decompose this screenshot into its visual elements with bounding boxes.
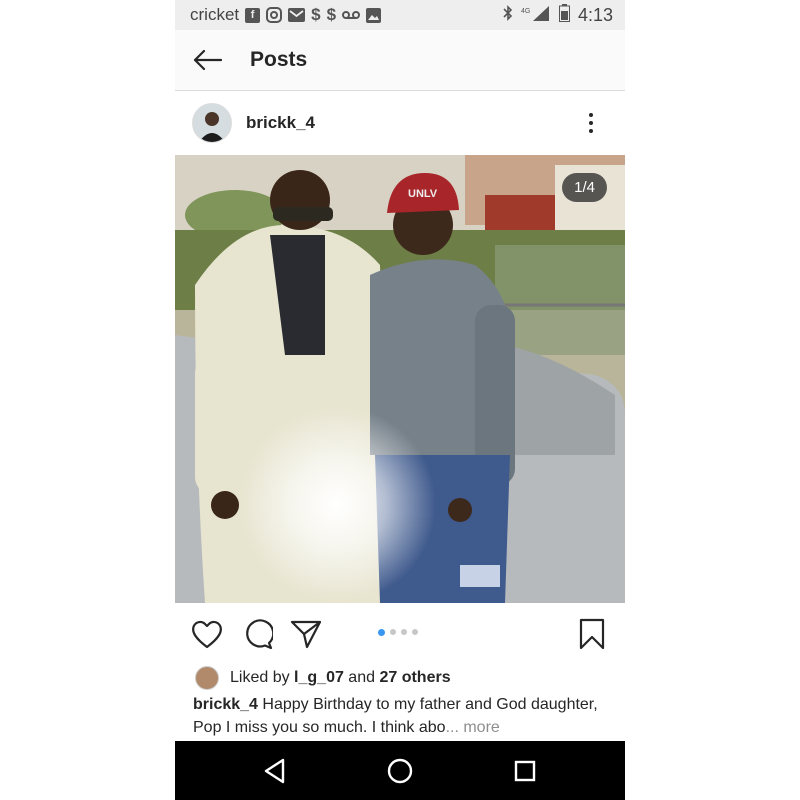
- share-icon[interactable]: [289, 617, 323, 651]
- caption-ellipsis: ...: [445, 719, 459, 736]
- bookmark-icon[interactable]: [575, 617, 609, 651]
- post-caption: brickk_4 Happy Birthday to my father and…: [175, 693, 625, 741]
- caption-username[interactable]: brickk_4: [193, 696, 258, 713]
- facebook-icon: f: [245, 7, 261, 23]
- post-photo[interactable]: UNLV 1/4: [175, 155, 625, 603]
- likes-row[interactable]: Liked by l_g_07 and 27 others: [175, 663, 625, 693]
- system-navigation-bar: [175, 741, 625, 800]
- page-title: Posts: [250, 48, 308, 71]
- lte-signal-icon: 4G: [521, 5, 551, 26]
- svg-text:4G: 4G: [521, 8, 530, 15]
- carousel-dot: [401, 629, 407, 635]
- phone-screen: cricket f $ $ 4G 4:13 Posts brickk_4 1/4…: [175, 0, 625, 800]
- caption-more-link[interactable]: more: [459, 719, 499, 736]
- likes-others[interactable]: 27 others: [379, 669, 450, 686]
- system-icons: 4G 4:13: [503, 3, 613, 27]
- liker-avatar: [195, 666, 219, 690]
- post-username[interactable]: brickk_4: [246, 113, 315, 133]
- image-icon: [366, 7, 382, 23]
- home-circle-icon[interactable]: [384, 755, 416, 787]
- post-actions: [175, 603, 625, 663]
- voicemail-icon: [342, 10, 361, 20]
- status-bar: cricket f $ $ 4G 4:13: [175, 0, 625, 30]
- recents-square-icon[interactable]: [509, 755, 541, 787]
- likes-and: and: [343, 669, 380, 686]
- photo-illustration: UNLV: [175, 155, 625, 603]
- likes-user[interactable]: l_g_07: [294, 669, 344, 686]
- dollar-icon: $: [326, 5, 337, 24]
- more-options-icon[interactable]: [581, 108, 601, 138]
- bluetooth-icon: [503, 4, 513, 26]
- likes-prefix: Liked by: [230, 669, 295, 686]
- notification-icons: f $ $: [245, 5, 382, 25]
- avatar[interactable]: [192, 103, 232, 143]
- likes-text[interactable]: Liked by l_g_07 and 27 others: [230, 669, 451, 687]
- carousel-dot-active: [378, 628, 385, 636]
- comment-icon[interactable]: [241, 617, 275, 651]
- carousel-dot: [390, 629, 396, 635]
- carousel-dot: [412, 629, 418, 635]
- image-counter-badge: 1/4: [562, 173, 607, 202]
- back-triangle-icon[interactable]: [259, 755, 291, 787]
- carousel-indicator: [378, 628, 418, 636]
- instagram-icon: [266, 7, 283, 23]
- app-bar: Posts: [175, 30, 625, 91]
- heart-icon[interactable]: [190, 617, 224, 651]
- battery-icon: [558, 3, 570, 27]
- gmail-icon: [288, 8, 306, 22]
- clock: 4:13: [577, 4, 613, 25]
- carrier-label: cricket: [190, 5, 240, 24]
- back-arrow-icon[interactable]: [187, 40, 227, 80]
- dollar-icon: $: [311, 5, 321, 24]
- post-header: brickk_4: [175, 91, 625, 155]
